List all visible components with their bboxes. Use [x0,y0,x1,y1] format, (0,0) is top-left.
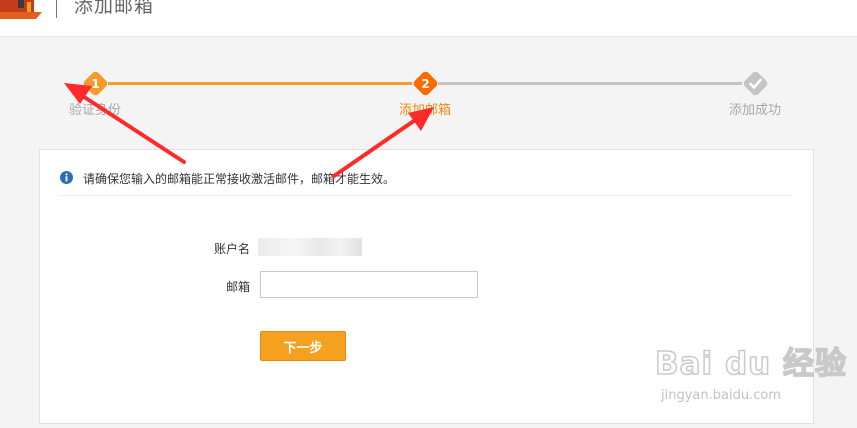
step-2-badge: 2 [413,71,438,96]
page-title: 添加邮箱 [74,0,155,17]
notice-text: 请确保您输入的邮箱能正常接收激活邮件，邮箱才能生效。 [83,172,396,186]
step-3-check-icon [743,71,768,96]
step-3-label: 添加成功 [728,103,781,118]
site-logo [0,0,42,19]
step-connector-pending [438,82,742,85]
notice-bar: 请确保您输入的邮箱能正常接收激活邮件，邮箱才能生效。 [60,170,791,196]
step-connector-done [108,82,412,85]
step-2-label: 添加邮箱 [398,103,451,118]
watermark-logo-text: Bai du 经验 [654,345,848,383]
step-2-number: 2 [421,77,429,91]
step-1-badge: 1 [83,71,108,96]
account-value-redacted [258,238,362,256]
progress-steps: 1 2 验证身份 添加邮箱 添加成功 [0,60,857,130]
next-step-button[interactable]: 下一步 [260,331,346,361]
baidu-jingyan-watermark: Bai du 经验 jingyan.baidu.com [654,338,847,410]
email-input[interactable] [260,271,478,298]
step-1-number: 1 [91,77,99,91]
header-divider [56,0,57,18]
email-label: 邮箱 [225,280,250,294]
step-1-label: 验证身份 [68,103,121,118]
watermark-url: jingyan.baidu.com [661,388,781,403]
account-label: 账户名 [213,242,250,256]
top-header: 添加邮箱 [0,0,857,37]
info-icon [60,171,73,184]
